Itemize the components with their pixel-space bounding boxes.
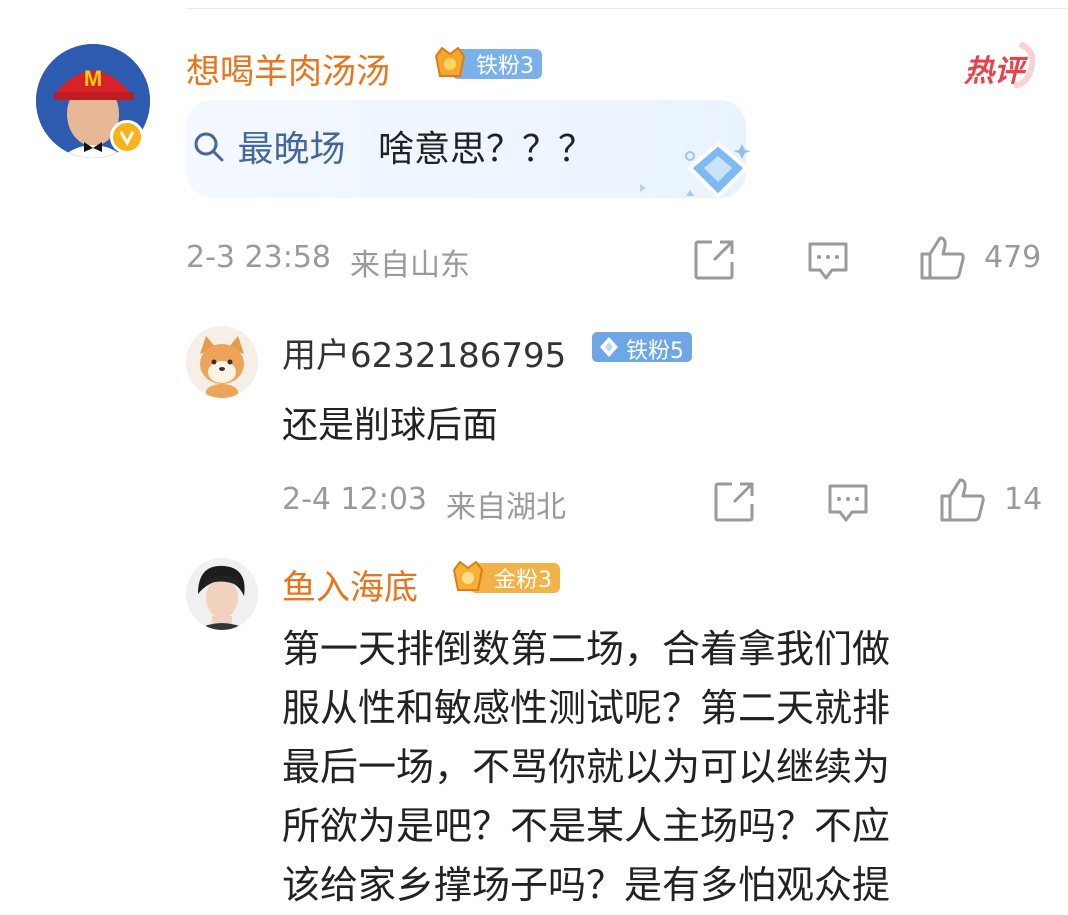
location: 来自山东 bbox=[350, 248, 470, 283]
iron-fan-badge: 铁粉5 bbox=[592, 330, 692, 364]
iron-fan-badge: 铁粉3 bbox=[432, 44, 544, 79]
search-icon bbox=[192, 129, 237, 170]
username[interactable]: 用户6232186795 bbox=[282, 328, 566, 377]
diamond-decoration-icon bbox=[640, 141, 751, 199]
timestamp: 2-3 23:58 bbox=[186, 240, 331, 275]
hot-comment-label: 热评 bbox=[960, 42, 1040, 89]
reply-text: 还是削球后面 bbox=[282, 405, 499, 446]
reply-text-line: 服从性和敏感性测试呢？第二天就排 bbox=[282, 686, 891, 730]
like-count: 479 bbox=[984, 240, 1042, 275]
fan-badge-label: 铁粉5 bbox=[626, 339, 684, 364]
reply-text-line: 最后一场，不骂你就以为可以继续为 bbox=[282, 745, 891, 789]
like-count: 14 bbox=[1004, 482, 1043, 517]
fan-badge-label: 金粉3 bbox=[494, 568, 552, 593]
gold-fan-badge: 金粉3 bbox=[450, 558, 562, 593]
like-icon[interactable] bbox=[938, 476, 986, 524]
hot-label-text: 热评 bbox=[964, 54, 1024, 89]
share-icon[interactable] bbox=[712, 480, 756, 524]
fan-badge-label: 铁粉3 bbox=[476, 54, 534, 79]
location: 来自湖北 bbox=[446, 490, 566, 525]
share-icon[interactable] bbox=[692, 238, 736, 282]
like-icon[interactable] bbox=[918, 234, 966, 282]
reply-text-line: 该给家乡撑场子吗？是有多怕观众提 bbox=[282, 863, 891, 907]
comment-icon[interactable] bbox=[826, 482, 870, 526]
reply-text-line: 第一天排倒数第二场，合着拿我们做 bbox=[282, 627, 891, 671]
reply-text: 第一天排倒数第二场，合着拿我们做 服从性和敏感性测试呢？第二天就排 最后一场，不… bbox=[282, 620, 1022, 915]
topic-link[interactable]: 最晚场 bbox=[192, 120, 345, 172]
top-divider bbox=[186, 8, 1068, 9]
timestamp: 2-4 12:03 bbox=[282, 482, 427, 517]
avatar[interactable] bbox=[186, 326, 258, 398]
topic-link-text: 最晚场 bbox=[237, 129, 346, 170]
avatar[interactable] bbox=[186, 558, 258, 630]
reply-text-line: 所欲为是吧？不是某人主场吗？不应 bbox=[282, 804, 891, 848]
comment-text: 啥意思？？？ bbox=[378, 129, 595, 170]
comment-icon[interactable] bbox=[806, 240, 850, 284]
username[interactable]: 鱼入海底 bbox=[282, 560, 418, 609]
svg-text:M: M bbox=[84, 66, 102, 91]
username[interactable]: 想喝羊肉汤汤 bbox=[186, 44, 390, 93]
verified-badge-icon bbox=[110, 120, 144, 154]
